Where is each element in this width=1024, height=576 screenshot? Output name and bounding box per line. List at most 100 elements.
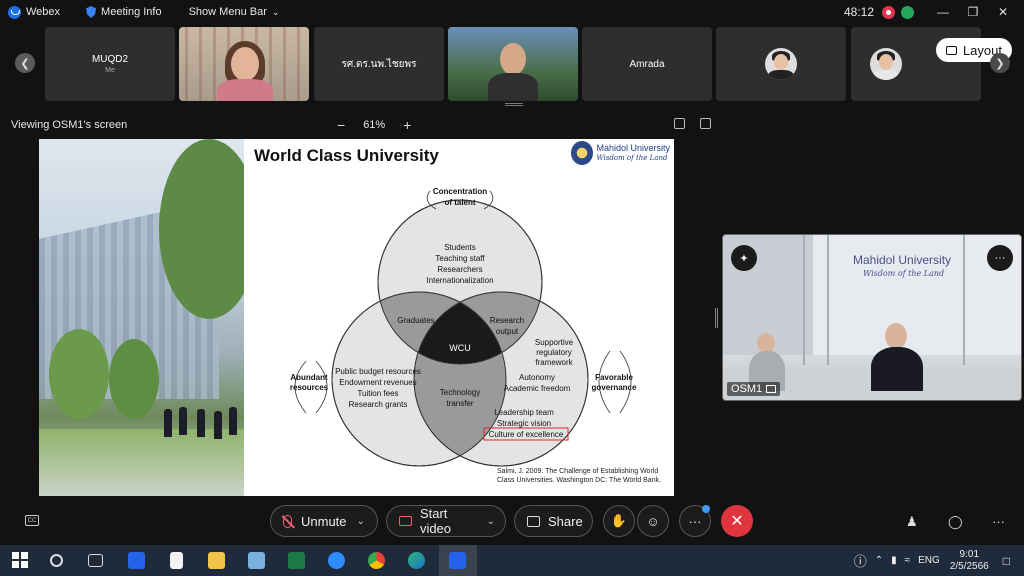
research-output-label-2: output: [496, 327, 519, 336]
strip-prev-button[interactable]: ❮: [15, 53, 35, 73]
clock-date: 2/5/2566: [949, 560, 989, 572]
zoom-in-button[interactable]: +: [403, 117, 411, 133]
citation: Salmi, J. 2009. The Challenge of Establi…: [497, 467, 672, 485]
recording-icon[interactable]: [882, 5, 895, 19]
participant-tile[interactable]: รศ.ดร.นพ.ไชยพร: [314, 27, 444, 101]
research-output-label-1: Research: [490, 316, 524, 325]
participant-body: [488, 73, 538, 101]
resources-item: Public budget resources: [335, 367, 421, 376]
minimize-button[interactable]: —: [928, 5, 958, 19]
wcu-label: WCU: [449, 343, 471, 353]
unmute-label: Unmute: [301, 513, 347, 529]
layout-icon: [945, 45, 957, 55]
share-button[interactable]: Share: [514, 505, 593, 537]
restore-button[interactable]: ❐: [958, 5, 988, 19]
participant-subtitle: Me: [105, 67, 115, 74]
graduate-figure: [179, 407, 187, 435]
participant-avatar: [870, 48, 902, 80]
system-clock[interactable]: 9:01 2/5/2566: [950, 549, 989, 573]
shield-icon: [86, 6, 97, 18]
show-menu-bar-button[interactable]: Show Menu Bar ⌄: [184, 6, 280, 18]
annotate-icon[interactable]: [674, 118, 685, 129]
chevron-up-icon[interactable]: ⌃: [875, 555, 883, 566]
more-panels-icon[interactable]: ···: [992, 514, 1005, 529]
reactions-button[interactable]: ☺: [637, 505, 669, 537]
clock-time: 9:01: [959, 548, 980, 560]
show-menu-bar-label: Show Menu Bar: [188, 6, 267, 18]
zoom-app-icon[interactable]: [328, 552, 345, 569]
edge-icon[interactable]: [408, 552, 425, 569]
citation-line: Salmi, J. 2009. The Challenge of Establi…: [497, 468, 659, 475]
start-button[interactable]: [12, 552, 29, 569]
graduate-figure: [197, 409, 205, 437]
chevron-down-icon[interactable]: ⌄: [357, 516, 365, 527]
active-speaker-video[interactable]: Mahidol University Wisdom of the Land ✦ …: [722, 234, 1022, 401]
zoom-out-button[interactable]: −: [337, 117, 345, 133]
unmute-button[interactable]: Unmute ⌄: [270, 505, 378, 537]
person-head: [757, 333, 775, 353]
meeting-timer: 48:12: [843, 5, 874, 19]
strip-next-button[interactable]: ❯: [990, 53, 1010, 73]
person-body: [871, 347, 923, 391]
leave-meeting-button[interactable]: ✕: [721, 505, 753, 537]
unpin-video-button[interactable]: ✦: [731, 245, 757, 271]
file-explorer-icon[interactable]: [208, 552, 225, 569]
wall-panel-line: [827, 235, 829, 365]
battery-icon[interactable]: ▮: [891, 555, 897, 566]
help-icon[interactable]: ⓘ: [854, 551, 867, 570]
participant-video-tile[interactable]: [448, 27, 578, 101]
zoom-level: 61%: [363, 119, 386, 131]
avatar-face: [774, 54, 788, 70]
graduate-figure: [214, 411, 222, 439]
excel-icon[interactable]: [288, 552, 305, 569]
search-icon[interactable]: [50, 554, 63, 567]
system-tray: ⓘ ⌃ ▮ ≈ ENG 9:01 2/5/2566 □: [854, 545, 1024, 576]
talent-item: Teaching staff: [435, 254, 485, 263]
close-window-button[interactable]: ✕: [988, 5, 1018, 19]
strip-resize-handle[interactable]: [505, 103, 523, 106]
chevron-left-icon: ❮: [20, 57, 30, 70]
governance-item: Leadership team: [494, 408, 554, 417]
graduates-label: Graduates: [397, 316, 434, 325]
wall-panel-line: [963, 235, 965, 365]
right-label-1: Favorable: [595, 373, 633, 382]
governance-item: framework: [535, 358, 573, 367]
venn-diagram: Concentration of talent Abundant resourc…: [290, 187, 637, 467]
notifications-icon[interactable]: □: [1003, 554, 1010, 568]
chrome-icon[interactable]: [368, 552, 385, 569]
webex-active-taskbar-icon[interactable]: [449, 552, 466, 569]
participant-video-tile[interactable]: [179, 27, 309, 101]
app-taskbar-icon[interactable]: [248, 552, 265, 569]
meeting-info-button[interactable]: Meeting Info: [86, 6, 162, 18]
wall-motto: Wisdom of the Land: [863, 269, 945, 278]
notepad-taskbar-icon[interactable]: [170, 552, 183, 569]
share-view-options: [674, 118, 726, 129]
wall-panel-line: [803, 235, 805, 365]
resources-item: Tuition fees: [357, 389, 398, 398]
smile-icon: ☺: [646, 513, 660, 529]
panel-resize-handle[interactable]: [715, 308, 718, 328]
participant-tile[interactable]: [716, 27, 846, 101]
chevron-down-icon[interactable]: ⌄: [487, 516, 495, 527]
governance-item: Academic freedom: [504, 384, 571, 393]
language-indicator[interactable]: ENG: [918, 555, 940, 566]
webex-menu[interactable]: Webex: [8, 5, 60, 19]
network-health-icon[interactable]: [901, 5, 914, 19]
participants-icon[interactable]: ♟: [906, 514, 918, 530]
technology-transfer-label-2: transfer: [446, 399, 473, 408]
video-options-button[interactable]: ···: [987, 245, 1013, 271]
top-label-1: Concentration: [433, 187, 487, 196]
participant-strip: ❮ MUQD2 Me รศ.ดร.นพ.ไชยพร Amrada Layout …: [0, 27, 1024, 101]
chat-icon[interactable]: ◯: [948, 514, 963, 530]
shared-screen: World Class University Mahidol Universit…: [39, 139, 674, 496]
raise-hand-button[interactable]: ✋: [603, 505, 635, 537]
more-icon: ···: [688, 513, 702, 529]
popout-icon[interactable]: [700, 118, 711, 129]
start-video-button[interactable]: Start video ⌄: [386, 505, 506, 537]
webex-taskbar-icon[interactable]: [128, 552, 145, 569]
wifi-icon[interactable]: ≈: [905, 555, 911, 566]
pin-icon: ✦: [739, 252, 749, 265]
participant-tile[interactable]: Amrada: [582, 27, 712, 101]
participant-tile[interactable]: MUQD2 Me: [45, 27, 175, 101]
task-view-icon[interactable]: [88, 554, 103, 567]
